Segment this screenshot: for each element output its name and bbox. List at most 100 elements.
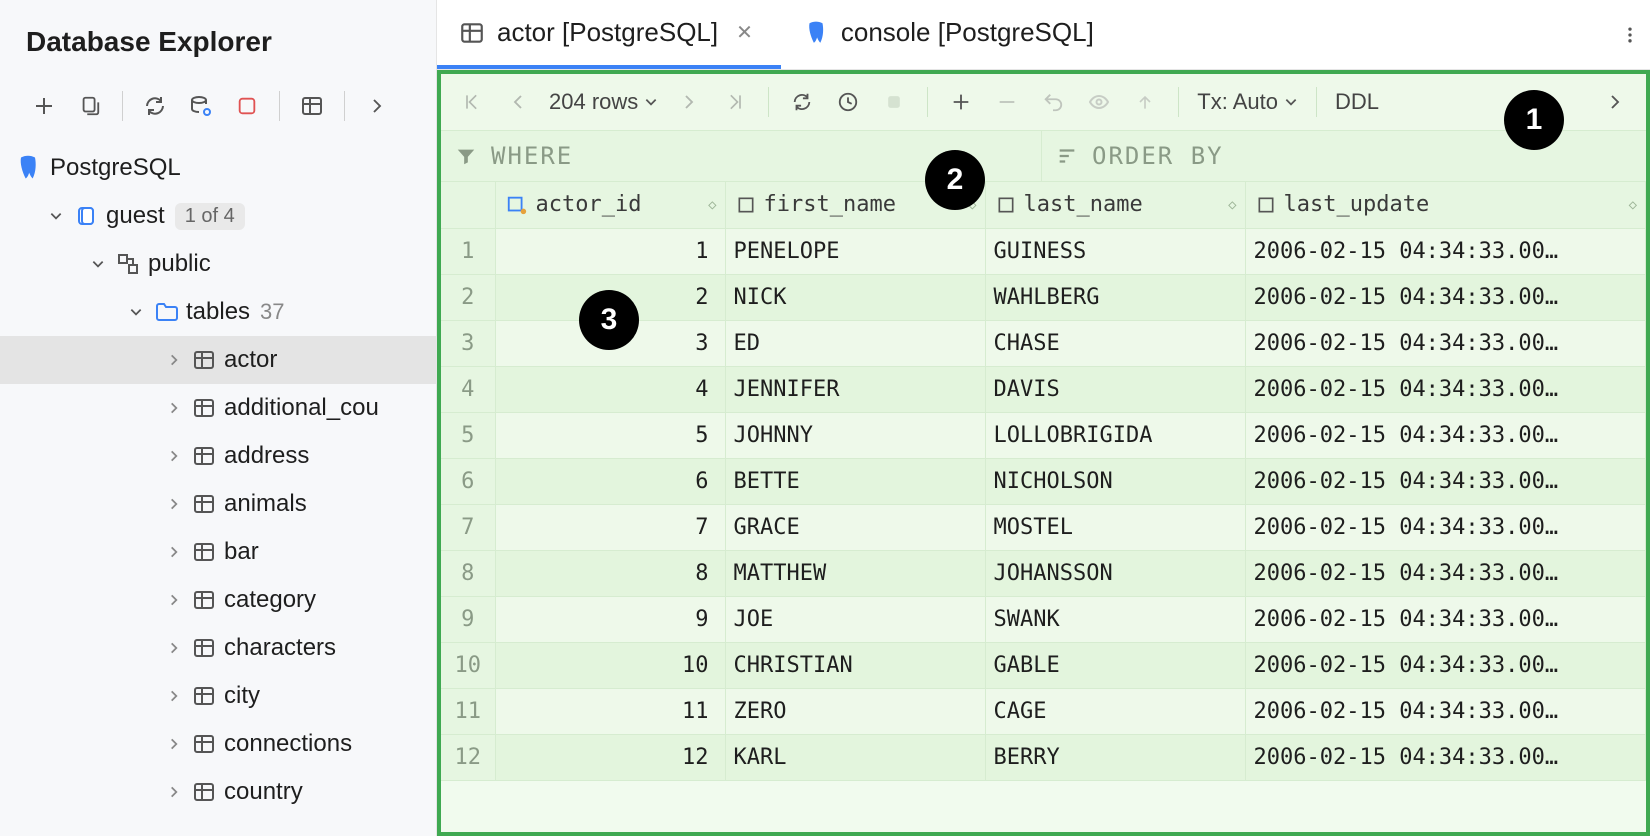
cell-actor-id[interactable]: 8 bbox=[495, 550, 725, 596]
cell-last-update[interactable]: 2006-02-15 04:34:33.00… bbox=[1245, 550, 1646, 596]
cell-last-update[interactable]: 2006-02-15 04:34:33.00… bbox=[1245, 688, 1646, 734]
cell-first-name[interactable]: KARL bbox=[725, 734, 985, 780]
tree-table-item[interactable]: additional_cou bbox=[0, 384, 436, 432]
cell-last-update[interactable]: 2006-02-15 04:34:33.00… bbox=[1245, 642, 1646, 688]
cell-actor-id[interactable]: 11 bbox=[495, 688, 725, 734]
view-options-button[interactable] bbox=[292, 86, 332, 126]
duplicate-button[interactable] bbox=[70, 86, 110, 126]
prev-page-button[interactable] bbox=[497, 81, 539, 123]
cell-last-name[interactable]: DAVIS bbox=[985, 366, 1245, 412]
table-row[interactable]: 99JOESWANK2006-02-15 04:34:33.00… bbox=[441, 596, 1646, 642]
cell-last-name[interactable]: JOHANSSON bbox=[985, 550, 1245, 596]
first-page-button[interactable] bbox=[451, 81, 493, 123]
add-button[interactable] bbox=[24, 86, 64, 126]
cell-first-name[interactable]: BETTE bbox=[725, 458, 985, 504]
cell-first-name[interactable]: MATTHEW bbox=[725, 550, 985, 596]
column-header-actor-id[interactable]: actor_id ◇ bbox=[495, 182, 725, 228]
cell-last-name[interactable]: MOSTEL bbox=[985, 504, 1245, 550]
table-row[interactable]: 77GRACEMOSTEL2006-02-15 04:34:33.00… bbox=[441, 504, 1646, 550]
tree-datasource[interactable]: PostgreSQL bbox=[0, 144, 436, 192]
cell-actor-id[interactable]: 7 bbox=[495, 504, 725, 550]
tree-table-item[interactable]: bar bbox=[0, 528, 436, 576]
tabs-overflow-button[interactable] bbox=[1610, 15, 1650, 55]
cell-last-update[interactable]: 2006-02-15 04:34:33.00… bbox=[1245, 412, 1646, 458]
cell-actor-id[interactable]: 5 bbox=[495, 412, 725, 458]
add-row-button[interactable] bbox=[940, 81, 982, 123]
cell-last-name[interactable]: GABLE bbox=[985, 642, 1245, 688]
cell-last-name[interactable]: BERRY bbox=[985, 734, 1245, 780]
submit-button[interactable] bbox=[1124, 81, 1166, 123]
stop-button[interactable] bbox=[227, 86, 267, 126]
tree-table-item[interactable]: country bbox=[0, 768, 436, 816]
cell-last-update[interactable]: 2006-02-15 04:34:33.00… bbox=[1245, 458, 1646, 504]
cell-first-name[interactable]: JOE bbox=[725, 596, 985, 642]
cell-actor-id[interactable]: 9 bbox=[495, 596, 725, 642]
expand-button[interactable] bbox=[357, 86, 397, 126]
cell-first-name[interactable]: GRACE bbox=[725, 504, 985, 550]
cell-last-name[interactable]: CHASE bbox=[985, 320, 1245, 366]
cell-last-name[interactable]: SWANK bbox=[985, 596, 1245, 642]
cell-last-name[interactable]: NICHOLSON bbox=[985, 458, 1245, 504]
cell-first-name[interactable]: NICK bbox=[725, 274, 985, 320]
cell-last-name[interactable]: CAGE bbox=[985, 688, 1245, 734]
cell-first-name[interactable]: ZERO bbox=[725, 688, 985, 734]
tree-tables-folder[interactable]: tables 37 bbox=[0, 288, 436, 336]
table-row[interactable]: 55JOHNNYLOLLOBRIGIDA2006-02-15 04:34:33.… bbox=[441, 412, 1646, 458]
tree-table-item[interactable]: animals bbox=[0, 480, 436, 528]
cell-last-update[interactable]: 2006-02-15 04:34:33.00… bbox=[1245, 366, 1646, 412]
tree-schema[interactable]: public bbox=[0, 240, 436, 288]
preview-changes-button[interactable] bbox=[1078, 81, 1120, 123]
cancel-query-button[interactable] bbox=[873, 81, 915, 123]
cell-first-name[interactable]: JOHNNY bbox=[725, 412, 985, 458]
data-grid[interactable]: actor_id ◇ first_name ◇ bbox=[441, 182, 1646, 832]
cell-actor-id[interactable]: 12 bbox=[495, 734, 725, 780]
cell-last-update[interactable]: 2006-02-15 04:34:33.00… bbox=[1245, 274, 1646, 320]
cell-actor-id[interactable]: 10 bbox=[495, 642, 725, 688]
table-row[interactable]: 44JENNIFERDAVIS2006-02-15 04:34:33.00… bbox=[441, 366, 1646, 412]
last-page-button[interactable] bbox=[714, 81, 756, 123]
cell-last-update[interactable]: 2006-02-15 04:34:33.00… bbox=[1245, 228, 1646, 274]
tree-db[interactable]: guest 1 of 4 bbox=[0, 192, 436, 240]
revert-button[interactable] bbox=[1032, 81, 1074, 123]
cell-last-update[interactable]: 2006-02-15 04:34:33.00… bbox=[1245, 320, 1646, 366]
cell-last-update[interactable]: 2006-02-15 04:34:33.00… bbox=[1245, 596, 1646, 642]
cell-last-name[interactable]: LOLLOBRIGIDA bbox=[985, 412, 1245, 458]
tree-table-item[interactable]: category bbox=[0, 576, 436, 624]
table-row[interactable]: 11PENELOPEGUINESS2006-02-15 04:34:33.00… bbox=[441, 228, 1646, 274]
tree-table-item[interactable]: actor bbox=[0, 336, 436, 384]
tab[interactable]: console [PostgreSQL] bbox=[781, 0, 1116, 69]
table-row[interactable]: 1212KARLBERRY2006-02-15 04:34:33.00… bbox=[441, 734, 1646, 780]
table-row[interactable]: 1010CHRISTIANGABLE2006-02-15 04:34:33.00… bbox=[441, 642, 1646, 688]
table-row[interactable]: 1111ZEROCAGE2006-02-15 04:34:33.00… bbox=[441, 688, 1646, 734]
cell-first-name[interactable]: CHRISTIAN bbox=[725, 642, 985, 688]
tab[interactable]: actor [PostgreSQL]✕ bbox=[437, 0, 781, 69]
cell-actor-id[interactable]: 1 bbox=[495, 228, 725, 274]
reload-button[interactable] bbox=[781, 81, 823, 123]
ddl-button[interactable]: DDL bbox=[1329, 89, 1385, 115]
column-header-last-update[interactable]: last_update ◇ bbox=[1245, 182, 1646, 228]
cell-last-update[interactable]: 2006-02-15 04:34:33.00… bbox=[1245, 504, 1646, 550]
tree-table-item[interactable]: connections bbox=[0, 720, 436, 768]
cell-first-name[interactable]: ED bbox=[725, 320, 985, 366]
cell-actor-id[interactable]: 4 bbox=[495, 366, 725, 412]
table-row[interactable]: 66BETTENICHOLSON2006-02-15 04:34:33.00… bbox=[441, 458, 1646, 504]
table-row[interactable]: 88MATTHEWJOHANSSON2006-02-15 04:34:33.00… bbox=[441, 550, 1646, 596]
close-icon[interactable]: ✕ bbox=[730, 18, 759, 47]
tree-table-item[interactable]: characters bbox=[0, 624, 436, 672]
tx-mode-dropdown[interactable]: Tx: Auto bbox=[1191, 89, 1304, 115]
cell-actor-id[interactable]: 6 bbox=[495, 458, 725, 504]
cell-first-name[interactable]: JENNIFER bbox=[725, 366, 985, 412]
cell-last-name[interactable]: GUINESS bbox=[985, 228, 1245, 274]
next-page-button[interactable] bbox=[668, 81, 710, 123]
cell-first-name[interactable]: PENELOPE bbox=[725, 228, 985, 274]
refresh-button[interactable] bbox=[135, 86, 175, 126]
delete-row-button[interactable] bbox=[986, 81, 1028, 123]
cell-last-name[interactable]: WAHLBERG bbox=[985, 274, 1245, 320]
tree-table-item[interactable]: city bbox=[0, 672, 436, 720]
more-button[interactable] bbox=[1594, 81, 1636, 123]
rows-count-dropdown[interactable]: 204 rows bbox=[543, 89, 664, 115]
tree-table-item[interactable]: address bbox=[0, 432, 436, 480]
column-header-last-name[interactable]: last_name ◇ bbox=[985, 182, 1245, 228]
cell-last-update[interactable]: 2006-02-15 04:34:33.00… bbox=[1245, 734, 1646, 780]
datasource-settings-button[interactable] bbox=[181, 86, 221, 126]
